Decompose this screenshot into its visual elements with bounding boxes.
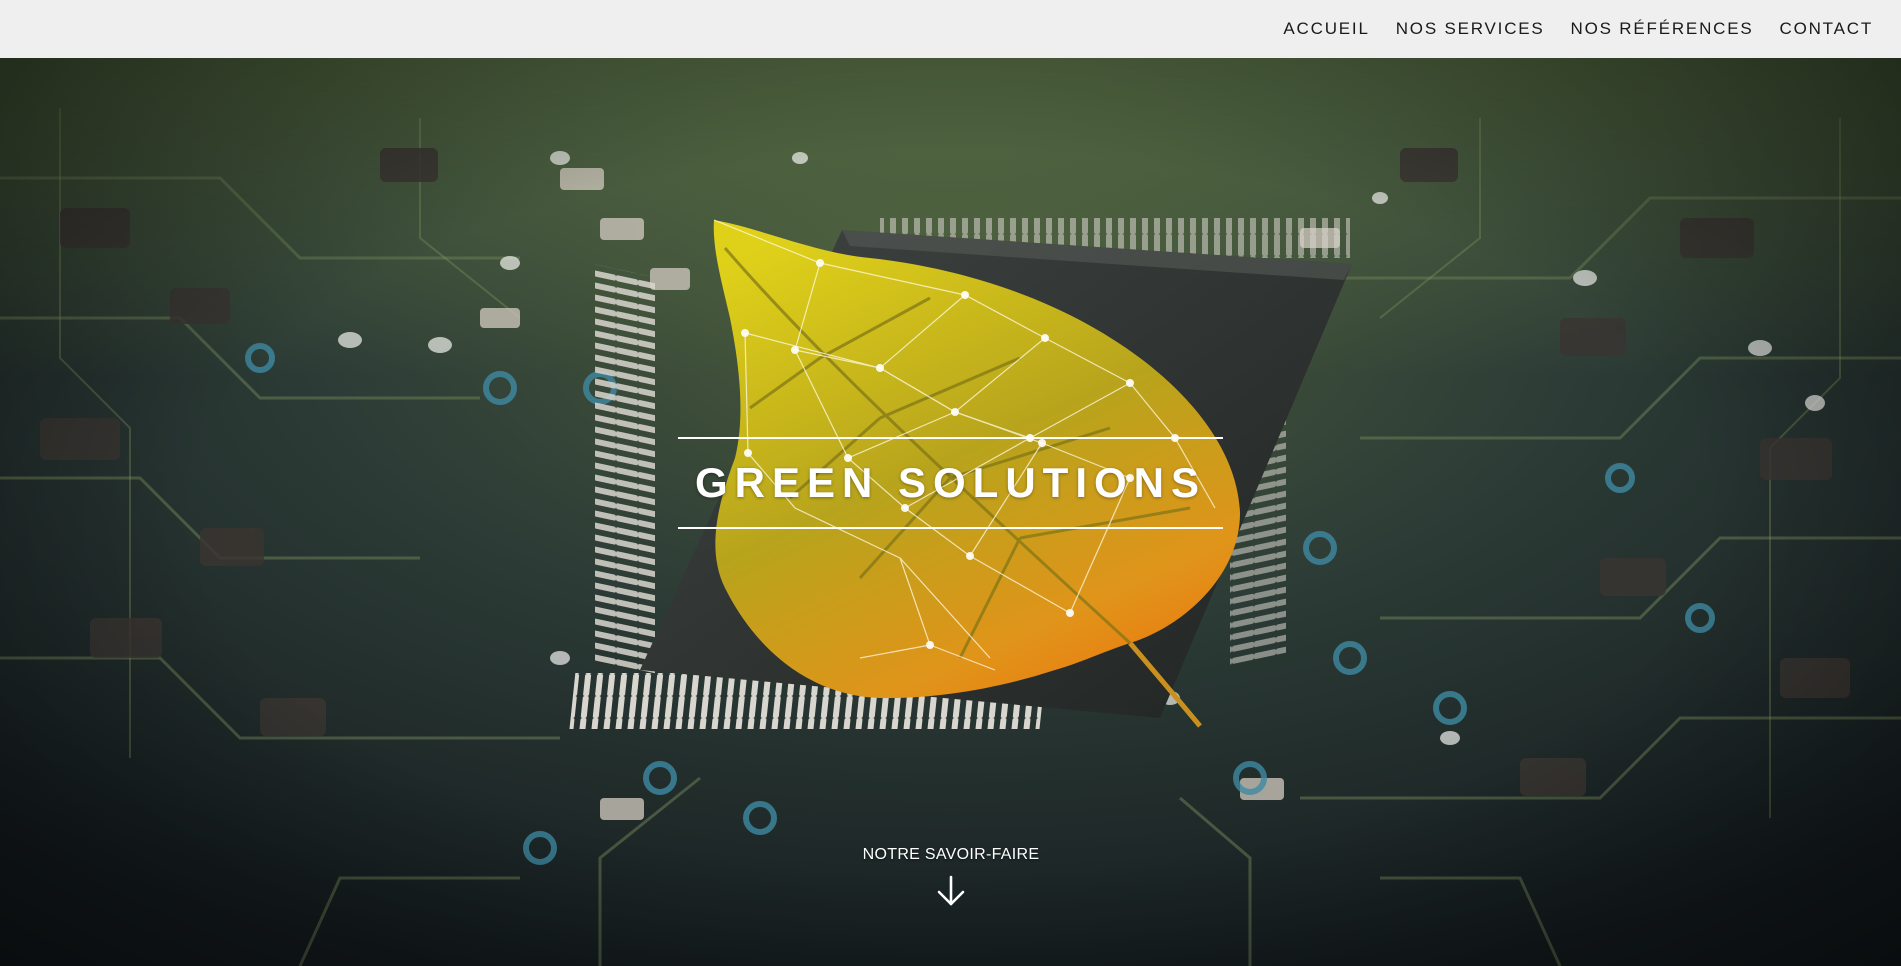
nav-link-contact[interactable]: CONTACT [1780, 19, 1874, 38]
arrow-down-icon[interactable] [934, 874, 968, 908]
menu-item-accueil: ACCUEIL [1283, 19, 1369, 39]
hero-section: GREEN SOLUTIONS NOTRE SAVOIR-FAIRE [0, 58, 1901, 966]
scroll-down-link[interactable]: NOTRE SAVOIR-FAIRE [800, 846, 1102, 908]
menu-item-nos-services: NOS SERVICES [1396, 19, 1545, 39]
title-bottom-rule [678, 527, 1223, 529]
main-menu: ACCUEIL NOS SERVICES NOS RÉFÉRENCES CONT… [1283, 0, 1873, 58]
hero-title: GREEN SOLUTIONS [694, 459, 1207, 506]
nav-link-accueil[interactable]: ACCUEIL [1283, 19, 1369, 38]
menu-item-nos-references: NOS RÉFÉRENCES [1571, 19, 1754, 39]
scroll-down-label: NOTRE SAVOIR-FAIRE [862, 846, 1040, 863]
menu-item-contact: CONTACT [1780, 19, 1874, 39]
nav-link-nos-references[interactable]: NOS RÉFÉRENCES [1571, 19, 1754, 38]
hero-title-block: GREEN SOLUTIONS [678, 437, 1223, 529]
nav-link-nos-services[interactable]: NOS SERVICES [1396, 19, 1545, 38]
top-navigation-bar: ACCUEIL NOS SERVICES NOS RÉFÉRENCES CONT… [0, 0, 1901, 58]
